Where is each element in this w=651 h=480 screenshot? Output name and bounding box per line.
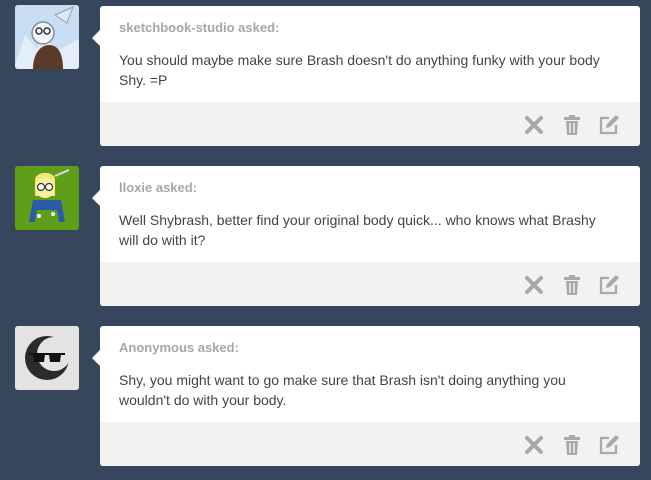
post-footer	[100, 422, 640, 466]
close-icon[interactable]	[523, 274, 545, 296]
avatar[interactable]	[15, 326, 79, 390]
asker-name[interactable]: Anonymous asked:	[119, 340, 239, 355]
post-footer	[100, 262, 640, 306]
close-icon[interactable]	[523, 114, 545, 136]
asker-name[interactable]: sketchbook-studio asked:	[119, 20, 279, 35]
pegasus-avatar-icon	[15, 5, 79, 69]
edit-icon[interactable]	[598, 434, 620, 456]
ask-card: Anonymous asked: Shy, you might want to …	[92, 326, 640, 466]
anonymous-sunglasses-avatar-icon	[15, 326, 79, 390]
ask-card: sketchbook-studio asked: You should mayb…	[92, 6, 640, 146]
close-icon[interactable]	[523, 434, 545, 456]
avatar[interactable]	[15, 5, 79, 69]
asker-name[interactable]: lloxie asked:	[119, 180, 197, 195]
trash-icon[interactable]	[561, 274, 583, 296]
trash-icon[interactable]	[561, 114, 583, 136]
post-footer	[100, 102, 640, 146]
question-text: You should maybe make sure Brash doesn't…	[119, 52, 600, 88]
trash-icon[interactable]	[561, 434, 583, 456]
ask-card: lloxie asked: Well Shybrash, better find…	[92, 166, 640, 306]
pony-avatar-icon	[15, 166, 79, 230]
edit-icon[interactable]	[598, 114, 620, 136]
edit-icon[interactable]	[598, 274, 620, 296]
question-text: Well Shybrash, better find your original…	[119, 212, 596, 248]
question-text: Shy, you might want to go make sure that…	[119, 372, 566, 408]
avatar[interactable]	[15, 166, 79, 230]
